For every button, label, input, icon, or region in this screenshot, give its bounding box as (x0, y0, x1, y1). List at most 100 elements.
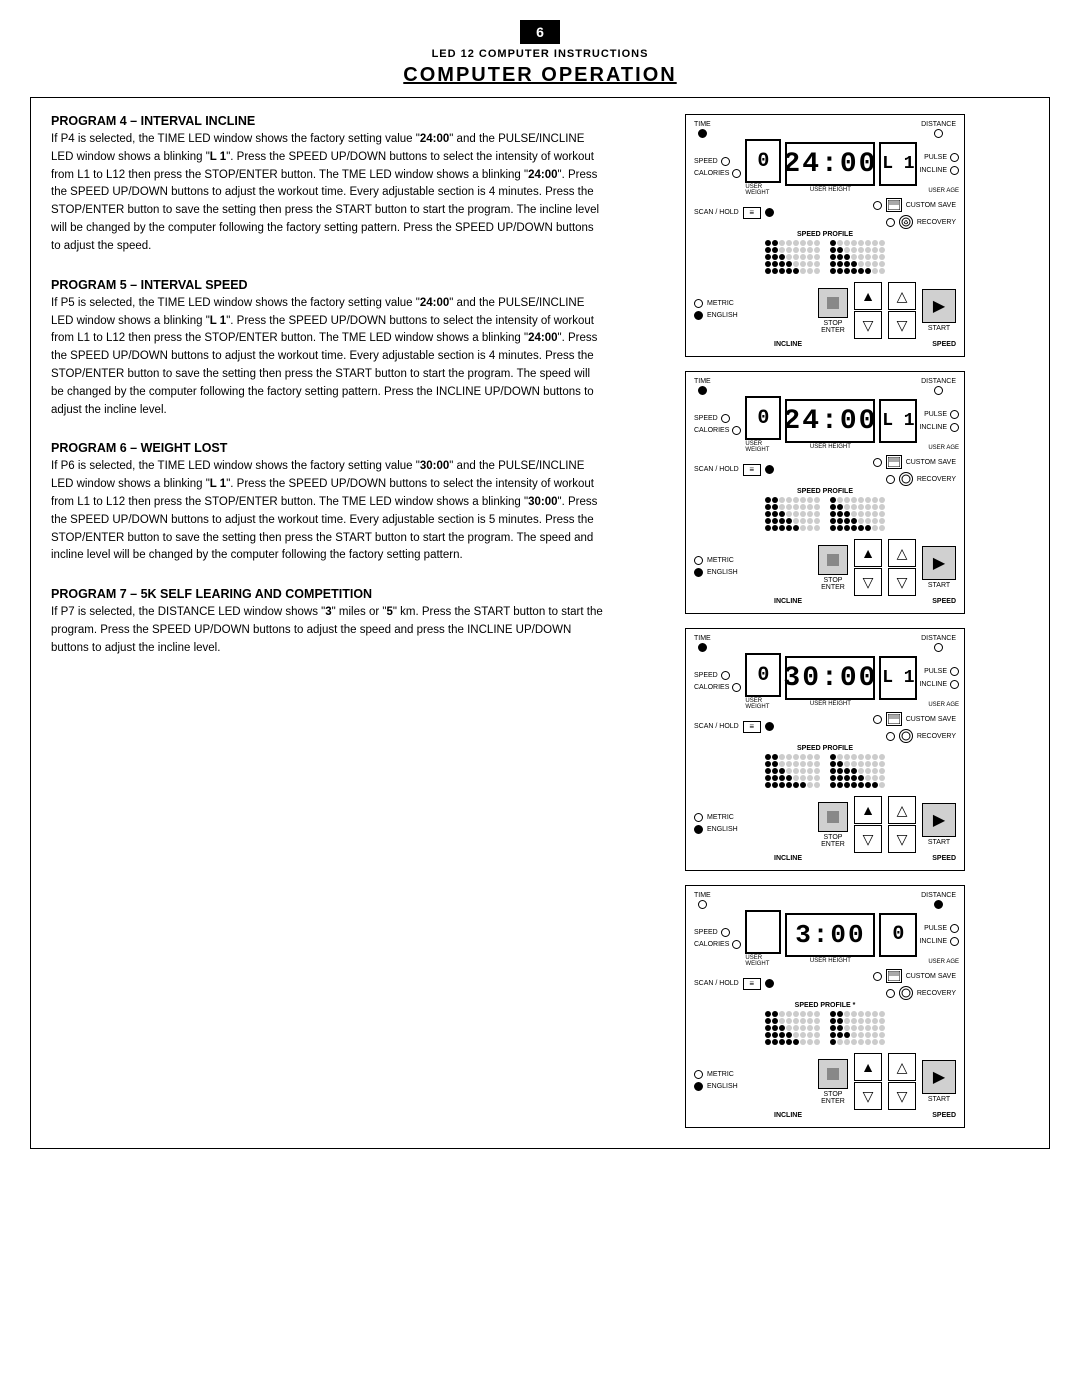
pulse-led-6 (950, 667, 959, 676)
calories-led-6 (732, 683, 741, 692)
custom-save-icon-7[interactable] (886, 969, 902, 983)
incline-indicator-7: INCLINE (919, 937, 959, 946)
calories-indicator-7: CALORIES (694, 940, 741, 949)
speed-arrows-4: △ ▽ (888, 282, 916, 339)
speed-led-4 (721, 157, 730, 166)
scan-icon-7[interactable]: ≡ (743, 978, 761, 990)
incline-up-btn-7[interactable]: ▲ (854, 1053, 882, 1081)
time-led-group-4: TIME (694, 121, 711, 138)
speed-profile-label-6: SPEED PROFILE (694, 745, 956, 752)
speed-led-5 (721, 414, 730, 423)
stop-enter-group-7: STOPENTER (818, 1059, 848, 1105)
stop-enter-btn-6[interactable] (818, 802, 848, 832)
speed-down-btn-6[interactable]: ▽ (888, 825, 916, 853)
level-display-5: L 1 (879, 399, 917, 443)
small-display-6: 0 (745, 653, 781, 697)
start-label-7: START (928, 1096, 950, 1103)
speed-up-btn-5[interactable]: △ (888, 539, 916, 567)
speed-down-btn-5[interactable]: ▽ (888, 568, 916, 596)
recovery-led-4 (886, 218, 895, 227)
scan-led-6 (765, 722, 774, 731)
distance-led-7 (934, 900, 943, 909)
distance-led-group-5: DISTANCE (921, 378, 956, 395)
scan-hold-6: SCAN / HOLD ≡ (694, 721, 774, 733)
english-indicator-6: ENGLISH (694, 825, 738, 834)
recovery-led-5 (886, 475, 895, 484)
scan-icon-6[interactable]: ≡ (743, 721, 761, 733)
custom-save-icon-5[interactable] (886, 455, 902, 469)
start-group-7: ▶ START (922, 1060, 956, 1103)
dot-matrix-right-6 (830, 754, 885, 788)
scan-icon-4[interactable]: ≡ (743, 207, 761, 219)
incline-down-btn-7[interactable]: ▽ (854, 1082, 882, 1110)
incline-arrows-6: ▲ ▽ (854, 796, 882, 853)
dot-matrix-right-4 (830, 240, 885, 274)
speed-down-btn-7[interactable]: ▽ (888, 1082, 916, 1110)
incline-down-btn-5[interactable]: ▽ (854, 568, 882, 596)
dot-matrix-left-6 (765, 754, 820, 788)
speed-arrows-7: △ ▽ (888, 1053, 916, 1110)
speed-up-btn-4[interactable]: △ (888, 282, 916, 310)
custom-save-icon-6[interactable] (886, 712, 902, 726)
start-btn-5[interactable]: ▶ (922, 546, 956, 580)
speed-up-btn-6[interactable]: △ (888, 796, 916, 824)
incline-indicator-6: INCLINE (919, 680, 959, 689)
time-display-4: 24:00 (785, 142, 875, 186)
buttons-row-4: STOPENTER ▲ ▽ △ ▽ ▶ START (818, 282, 956, 339)
custom-save-led-5 (873, 458, 882, 467)
metric-led-6 (694, 813, 703, 822)
start-group-6: ▶ START (922, 803, 956, 846)
start-group-4: ▶ START (922, 289, 956, 332)
recovery-icon-6[interactable] (899, 729, 913, 743)
program-5-text: If P5 is selected, the TIME LED window s… (51, 295, 603, 420)
pulse-indicator-4: PULSE (919, 153, 959, 162)
stop-enter-btn-7[interactable] (818, 1059, 848, 1089)
pulse-led-5 (950, 410, 959, 419)
start-btn-4[interactable]: ▶ (922, 289, 956, 323)
speed-up-btn-7[interactable]: △ (888, 1053, 916, 1081)
custom-save-6: CUSTOM SAVE (873, 712, 956, 726)
dot-matrix-left-5 (765, 497, 820, 531)
start-btn-7[interactable]: ▶ (922, 1060, 956, 1094)
program-6-section: PROGRAM 6 – WEIGHT LOST If P6 is selecte… (51, 441, 603, 565)
english-led-4 (694, 311, 703, 320)
program-4-title: PROGRAM 4 – INTERVAL INCLINE (51, 114, 603, 128)
incline-led-4 (950, 166, 959, 175)
custom-save-icon-4[interactable] (886, 198, 902, 212)
scan-hold-7: SCAN / HOLD ≡ (694, 978, 774, 990)
console-4: TIME DISTANCE SPEED (685, 114, 965, 357)
calories-led-7 (732, 940, 741, 949)
dot-matrix-left-7 (765, 1011, 820, 1045)
speed-led-6 (721, 671, 730, 680)
incline-down-btn-6[interactable]: ▽ (854, 825, 882, 853)
start-label-6: START (928, 839, 950, 846)
recovery-icon-7[interactable] (899, 986, 913, 1000)
incline-led-7 (950, 937, 959, 946)
recovery-4: ♻ RECOVERY (886, 215, 956, 229)
stop-enter-btn-5[interactable] (818, 545, 848, 575)
incline-up-btn-4[interactable]: ▲ (854, 282, 882, 310)
scan-icon-5[interactable]: ≡ (743, 464, 761, 476)
incline-up-btn-5[interactable]: ▲ (854, 539, 882, 567)
left-column: PROGRAM 4 – INTERVAL INCLINE If P4 is se… (51, 114, 603, 1132)
recovery-icon-5[interactable] (899, 472, 913, 486)
incline-indicator-5: INCLINE (919, 423, 959, 432)
english-led-5 (694, 568, 703, 577)
incline-up-btn-6[interactable]: ▲ (854, 796, 882, 824)
distance-led-4 (934, 129, 943, 138)
speed-down-btn-4[interactable]: ▽ (888, 311, 916, 339)
incline-down-btn-4[interactable]: ▽ (854, 311, 882, 339)
recovery-icon-4[interactable]: ♻ (899, 215, 913, 229)
stop-enter-btn-4[interactable] (818, 288, 848, 318)
custom-save-4: CUSTOM SAVE (873, 198, 956, 212)
start-label-5: START (928, 582, 950, 589)
english-indicator-4: ENGLISH (694, 311, 738, 320)
start-btn-6[interactable]: ▶ (922, 803, 956, 837)
content-area: PROGRAM 4 – INTERVAL INCLINE If P4 is se… (30, 97, 1050, 1149)
speed-profile-label-4: SPEED PROFILE (694, 231, 956, 238)
stop-enter-label-5: STOPENTER (821, 577, 845, 591)
english-led-7 (694, 1082, 703, 1091)
incline-arrows-4: ▲ ▽ (854, 282, 882, 339)
console-6: TIME DISTANCE SPEED (685, 628, 965, 871)
console-5: TIME DISTANCE SPEED (685, 371, 965, 614)
